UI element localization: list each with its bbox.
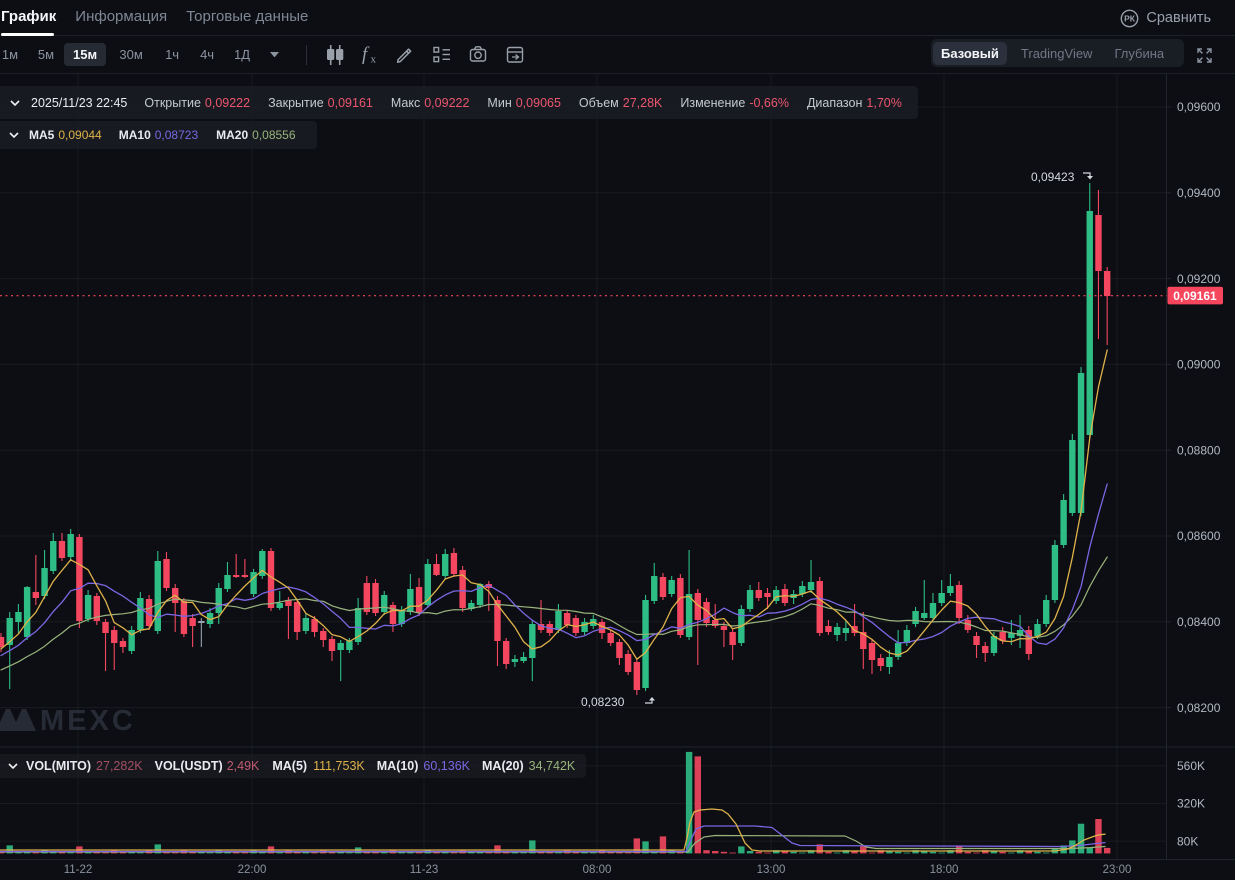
- svg-text:18:00: 18:00: [930, 864, 959, 876]
- svg-text:f: f: [362, 44, 370, 65]
- svg-text:0,09000: 0,09000: [1177, 358, 1221, 372]
- svg-text:0,09161: 0,09161: [1173, 289, 1217, 303]
- svg-text:22:00: 22:00: [238, 864, 267, 876]
- svg-text:0,08400: 0,08400: [1177, 615, 1221, 629]
- svg-text:0,08200: 0,08200: [1177, 701, 1221, 715]
- svg-text:11-23: 11-23: [410, 864, 439, 876]
- svg-text:80K: 80K: [1177, 834, 1198, 848]
- svg-text:MEXC: MEXC: [40, 705, 136, 737]
- svg-text:08:00: 08:00: [583, 864, 612, 876]
- svg-text:РК: РК: [1124, 13, 1136, 23]
- svg-text:0,09600: 0,09600: [1177, 100, 1221, 114]
- svg-text:0,08230: 0,08230: [581, 695, 625, 709]
- svg-text:23:00: 23:00: [1103, 864, 1132, 876]
- svg-text:0,08600: 0,08600: [1177, 529, 1221, 543]
- svg-text:320K: 320K: [1177, 797, 1205, 811]
- svg-text:11-22: 11-22: [64, 864, 93, 876]
- svg-text:0,08800: 0,08800: [1177, 443, 1221, 457]
- svg-text:0,09200: 0,09200: [1177, 272, 1221, 286]
- svg-text:0,09423: 0,09423: [1031, 170, 1075, 184]
- svg-text:560K: 560K: [1177, 759, 1205, 773]
- svg-text:x: x: [371, 53, 377, 65]
- svg-text:0,09400: 0,09400: [1177, 186, 1221, 200]
- svg-text:13:00: 13:00: [757, 864, 786, 876]
